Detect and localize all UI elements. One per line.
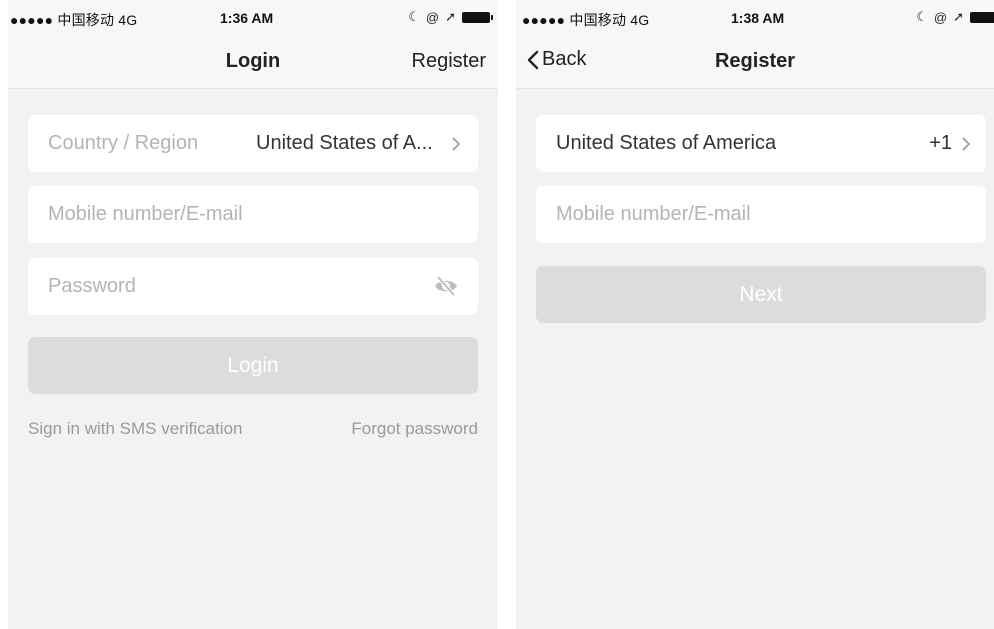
carrier-signal: ●●●●● 中国移动 4G [522, 12, 650, 28]
location-arrow-icon: ➚ [953, 9, 964, 24]
nav-bar: Back Register [516, 38, 994, 89]
status-icons: ☾ @ ➚ [916, 9, 994, 25]
battery-icon [462, 11, 493, 23]
nav-bar: Login Register [8, 38, 498, 89]
status-time: 1:36 AM [220, 10, 274, 26]
status-bar: ●●●●● 中国移动 4G 1:38 AM ☾ @ ➚ [516, 0, 994, 38]
login-button[interactable]: Login [28, 337, 478, 394]
sms-signin-link[interactable]: Sign in with SMS verification [28, 419, 242, 439]
battery-icon [970, 11, 994, 23]
password-input[interactable] [28, 258, 478, 315]
account-input[interactable] [28, 186, 478, 243]
chevron-right-icon [962, 137, 971, 151]
next-button[interactable]: Next [536, 266, 986, 323]
status-icons: ☾ @ ➚ [408, 9, 493, 25]
status-bar: ●●●●● 中国移动 4G 1:36 AM ☾ @ ➚ [8, 0, 498, 38]
chevron-right-icon [452, 137, 461, 151]
password-field[interactable] [28, 258, 478, 315]
register-nav-button[interactable]: Register [412, 50, 486, 73]
location-lock-icon: @ [425, 9, 440, 25]
country-region-value: United States of A... [256, 132, 433, 154]
country-region-selector[interactable]: Country / Region United States of A... [28, 115, 478, 172]
country-value: United States of America [556, 132, 777, 154]
country-code: +1 [929, 132, 952, 154]
status-time: 1:38 AM [731, 10, 785, 26]
location-arrow-icon: ➚ [445, 9, 456, 24]
location-lock-icon: @ [933, 9, 948, 25]
forgot-password-link[interactable]: Forgot password [351, 419, 478, 439]
country-region-label: Country / Region [48, 132, 199, 154]
register-screen: ●●●●● 中国移动 4G 1:38 AM ☾ @ ➚ Back Registe… [516, 0, 994, 629]
page-title: Register [714, 50, 796, 72]
login-screen: ●●●●● 中国移动 4G 1:36 AM ☾ @ ➚ Login Regist… [8, 0, 498, 629]
moon-icon: ☾ [916, 9, 928, 24]
country-selector[interactable]: United States of America +1 [536, 115, 986, 172]
moon-icon: ☾ [408, 9, 420, 24]
eye-slash-icon[interactable] [432, 275, 460, 297]
account-field[interactable] [28, 186, 478, 243]
account-input[interactable] [536, 186, 986, 243]
carrier-signal: ●●●●● 中国移动 4G [10, 12, 138, 28]
account-field[interactable] [536, 186, 986, 243]
